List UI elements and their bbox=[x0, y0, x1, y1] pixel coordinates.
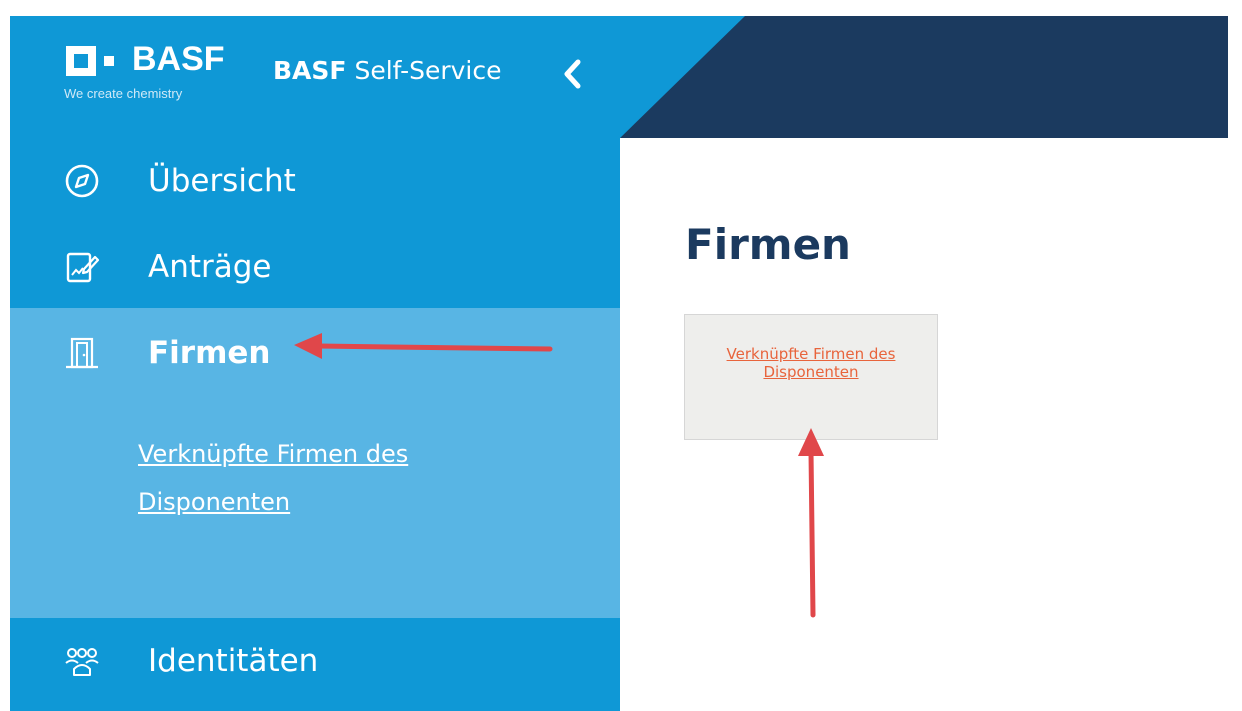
annotation-arrows bbox=[294, 333, 824, 618]
